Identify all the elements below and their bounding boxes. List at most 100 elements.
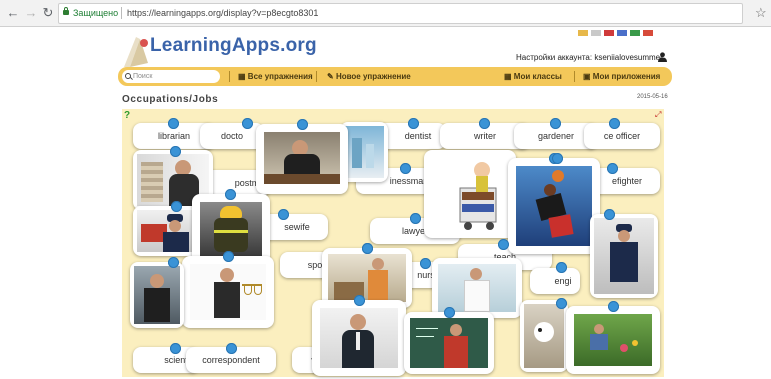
- word-card-police-officer[interactable]: ce officer: [584, 123, 660, 149]
- language-flag-icon[interactable]: [591, 30, 601, 36]
- language-flag-icon[interactable]: [630, 30, 640, 36]
- user-icon[interactable]: [658, 52, 667, 62]
- pin-icon: [297, 119, 308, 130]
- nav-divider: [574, 71, 575, 82]
- search-input[interactable]: Поиск: [122, 70, 220, 83]
- page-date: 2015-05-16: [637, 94, 668, 100]
- language-flag-icon[interactable]: [604, 30, 614, 36]
- word-card-doctor[interactable]: docto: [200, 123, 264, 149]
- pin-icon: [479, 118, 490, 129]
- help-icon[interactable]: ?: [124, 110, 130, 121]
- language-flag-icon[interactable]: [617, 30, 627, 36]
- table-icon: ▦: [504, 72, 512, 81]
- pin-icon: [420, 258, 431, 269]
- language-flag-icon[interactable]: [578, 30, 588, 36]
- pin-icon: [226, 343, 237, 354]
- pin-icon: [242, 118, 253, 129]
- pin-icon: [170, 343, 181, 354]
- address-bar[interactable]: Защищено https://learningapps.org/displa…: [58, 3, 743, 24]
- photo-card-housewife[interactable]: [322, 243, 412, 308]
- businessman-photo: [264, 132, 340, 184]
- pin-icon: [170, 146, 181, 157]
- site-logo[interactable]: LearningApps.org: [150, 35, 317, 57]
- photo-card-teacher[interactable]: [404, 307, 494, 374]
- word-card-label: engi: [554, 276, 572, 286]
- lock-icon: [63, 7, 69, 15]
- forward-arrow-icon[interactable]: →: [24, 6, 38, 20]
- address-separator: [121, 7, 122, 19]
- word-card-label: sewife: [284, 222, 310, 232]
- word-card-label: postm: [234, 178, 260, 188]
- language-flag-icon[interactable]: [643, 30, 653, 36]
- nav-my-apps[interactable]: ▣ Мои приложения: [583, 72, 660, 81]
- photo-card-businessman[interactable]: [256, 119, 348, 194]
- logo-icon[interactable]: [122, 33, 152, 69]
- librarian-cartoon: [459, 162, 497, 230]
- photo-card-basketball-player[interactable]: [508, 153, 600, 254]
- account-settings-link[interactable]: Настройки аккаунта: kseniialovesummer: [516, 53, 663, 62]
- photo-card-gardener[interactable]: [566, 301, 660, 374]
- pin-icon: [400, 163, 411, 174]
- page-title: Occupations/Jobs: [122, 94, 219, 105]
- pin-icon: [410, 213, 421, 224]
- photo-card-correspondent[interactable]: [130, 257, 184, 328]
- postman-photo: [137, 210, 197, 252]
- photo-card-vet[interactable]: [520, 300, 568, 372]
- pin-icon: [608, 301, 619, 312]
- word-card-label: dentist: [404, 131, 432, 141]
- pin-icon: [362, 243, 373, 254]
- fullscreen-icon[interactable]: ⤢: [655, 110, 661, 120]
- man-in-suit-photo: [320, 308, 398, 368]
- basketball-player-photo: [516, 166, 592, 246]
- word-card-label: ce officer: [603, 131, 641, 141]
- nav-my-classes[interactable]: ▦ Мои классы: [504, 72, 562, 81]
- bookmark-star-icon[interactable]: ☆: [755, 5, 767, 21]
- reload-icon[interactable]: ↻: [41, 6, 55, 20]
- secure-label: Защищено: [73, 8, 119, 18]
- lawyer-photo: [190, 264, 266, 320]
- photo-card-postman[interactable]: [133, 201, 201, 256]
- photo-card-police-officer[interactable]: [590, 209, 658, 298]
- nav-all-exercises-label: Все упражнения: [247, 72, 313, 81]
- pin-icon: [444, 307, 455, 318]
- search-icon: [125, 73, 131, 79]
- back-arrow-icon[interactable]: ←: [6, 6, 20, 20]
- word-card-label: spo: [307, 260, 323, 270]
- housewife-photo: [328, 254, 406, 302]
- pin-icon: [168, 257, 179, 268]
- pin-icon: [171, 201, 182, 212]
- nav-divider: [229, 71, 230, 82]
- photo-card-lawyer[interactable]: [182, 251, 274, 328]
- word-card-label: scienti: [164, 355, 190, 365]
- vet-photo: [524, 304, 564, 368]
- laboratory-photo: [344, 126, 384, 178]
- pin-icon: [604, 209, 615, 220]
- pin-icon: [223, 251, 234, 262]
- nav-all-exercises[interactable]: ▦ Все упражнения: [238, 72, 313, 81]
- pin-icon: [550, 118, 561, 129]
- nav-new-exercise[interactable]: ✎ Новое упражнение: [327, 72, 411, 81]
- pin-icon: [168, 118, 179, 129]
- pin-icon: [408, 118, 419, 129]
- teacher-photo: [410, 318, 488, 368]
- word-card-label: correspondent: [202, 355, 260, 365]
- word-card-engineer[interactable]: engi: [530, 268, 580, 294]
- folder-icon: ▣: [583, 72, 591, 81]
- photo-card-librarian-cartoon[interactable]: [424, 150, 516, 238]
- pin-icon: [278, 209, 289, 220]
- pin-icon: [609, 118, 620, 129]
- doctor-photo: [438, 264, 516, 312]
- word-card-label: librarian: [157, 131, 190, 141]
- pin-icon: [498, 239, 509, 250]
- url-text: https://learningapps.org/display?v=p8ecg…: [127, 8, 319, 18]
- pin-icon: [607, 163, 618, 174]
- grid-icon: ▦: [238, 72, 246, 81]
- gardener-photo: [574, 314, 652, 366]
- nav-divider: [316, 71, 317, 82]
- nav-my-apps-label: Мои приложения: [592, 72, 661, 81]
- nav-my-classes-label: Мои классы: [513, 72, 562, 81]
- word-card-label: docto: [220, 131, 244, 141]
- police-officer-photo: [594, 218, 654, 294]
- pin-icon: [556, 298, 567, 309]
- photo-card-man-in-suit[interactable]: [312, 295, 406, 376]
